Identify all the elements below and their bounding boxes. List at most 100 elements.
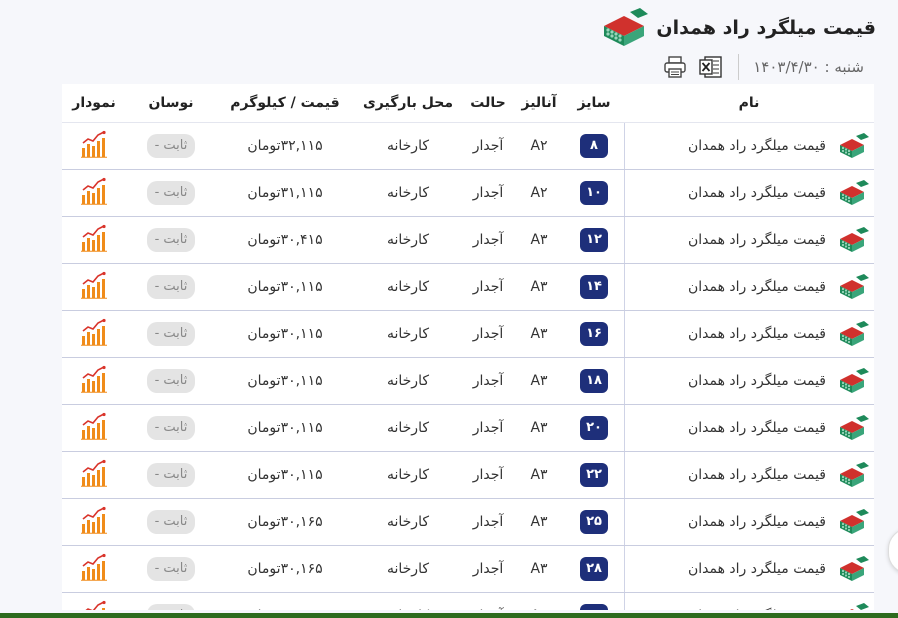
analysis-cell: A۳ <box>530 467 548 483</box>
size-cell: ۲۸ <box>564 557 624 581</box>
product-name[interactable]: قیمت میلگرد راد همدان <box>688 514 826 530</box>
product-name[interactable]: قیمت میلگرد راد همدان <box>688 232 826 248</box>
bar-chart-icon[interactable] <box>80 318 108 346</box>
place-cell: کارخانه <box>386 326 429 342</box>
product-name[interactable]: قیمت میلگرد راد همدان <box>688 373 826 389</box>
table-row[interactable]: قیمت میلگرد راد همدان ۲۵ A۳ آجدار کارخان… <box>62 499 874 546</box>
bar-chart-icon[interactable] <box>80 506 108 534</box>
table-row[interactable]: قیمت میلگرد راد همدان ۱۲ A۳ آجدار کارخان… <box>62 217 874 264</box>
bar-chart-icon[interactable] <box>80 553 108 581</box>
bar-chart-icon[interactable] <box>80 365 108 393</box>
size-badge: ۱۶ <box>580 322 608 346</box>
analysis-cell: A۲ <box>530 138 548 154</box>
volatility-badge: ثابت - <box>146 228 196 252</box>
chart-cell[interactable] <box>62 365 126 397</box>
volatility-cell: ثابت - <box>126 322 216 346</box>
table-row[interactable]: قیمت میلگرد راد همدان ۲۸ A۳ آجدار کارخان… <box>62 546 874 593</box>
price-cell: ۳۰,۱۶۵تومان <box>247 514 323 530</box>
volatility-badge: ثابت - <box>146 463 196 487</box>
price-cell: ۳۰,۱۱۵تومان <box>247 467 323 483</box>
date-label: شنبه : ۱۴۰۳/۴/۳۰ <box>753 58 864 76</box>
col-place: محل بارگیری <box>362 95 454 111</box>
product-name[interactable]: قیمت میلگرد راد همدان <box>688 138 826 154</box>
bar-chart-icon[interactable] <box>80 412 108 440</box>
analysis-cell: A۳ <box>530 514 548 530</box>
volatility-badge: ثابت - <box>146 275 196 299</box>
product-name[interactable]: قیمت میلگرد راد همدان <box>688 561 826 577</box>
name-cell[interactable]: قیمت میلگرد راد همدان <box>624 499 874 545</box>
name-cell[interactable]: قیمت میلگرد راد همدان <box>624 546 874 592</box>
name-cell[interactable]: قیمت میلگرد راد همدان <box>624 264 874 310</box>
floating-action-button[interactable] <box>888 528 898 574</box>
name-cell[interactable]: قیمت میلگرد راد همدان <box>624 452 874 498</box>
bottom-bar <box>0 610 898 618</box>
col-analysis: آنالیز <box>521 95 557 111</box>
volatility-badge: ثابت - <box>146 557 196 581</box>
bar-chart-icon[interactable] <box>80 459 108 487</box>
col-size: سایز <box>577 95 611 111</box>
bar-chart-icon[interactable] <box>80 271 108 299</box>
name-cell[interactable]: قیمت میلگرد راد همدان <box>624 358 874 404</box>
volatility-cell: ثابت - <box>126 463 216 487</box>
volatility-badge: ثابت - <box>146 369 196 393</box>
col-price: قیمت / کیلوگرم <box>230 95 340 111</box>
price-cell: ۳۰,۱۱۵تومان <box>247 373 323 389</box>
chart-cell[interactable] <box>62 459 126 491</box>
table-row[interactable]: قیمت میلگرد راد همدان ۱۶ A۳ آجدار کارخان… <box>62 311 874 358</box>
price-cell: ۳۱,۱۱۵تومان <box>247 185 323 201</box>
product-name[interactable]: قیمت میلگرد راد همدان <box>688 185 826 201</box>
table-row[interactable]: قیمت میلگرد راد همدان ۱۰ A۲ آجدار کارخان… <box>62 170 874 217</box>
col-state: حالت <box>470 95 506 111</box>
rebar-product-icon <box>840 368 869 393</box>
name-cell[interactable]: قیمت میلگرد راد همدان <box>624 123 874 169</box>
place-cell: کارخانه <box>386 138 429 154</box>
state-cell: آجدار <box>472 185 504 201</box>
bar-chart-icon[interactable] <box>80 130 108 158</box>
rebar-product-icon <box>840 180 869 205</box>
chart-cell[interactable] <box>62 271 126 303</box>
volatility-badge: ثابت - <box>146 510 196 534</box>
size-cell: ۱۰ <box>564 181 624 205</box>
product-name[interactable]: قیمت میلگرد راد همدان <box>688 279 826 295</box>
name-cell[interactable]: قیمت میلگرد راد همدان <box>624 311 874 357</box>
excel-icon[interactable] <box>698 54 724 80</box>
place-cell: کارخانه <box>386 420 429 436</box>
printer-icon[interactable] <box>662 54 688 80</box>
state-cell: آجدار <box>472 279 504 295</box>
bar-chart-icon[interactable] <box>80 177 108 205</box>
rebar-logo-icon <box>604 8 649 46</box>
price-cell: ۳۰,۱۱۵تومان <box>247 420 323 436</box>
table-row[interactable]: قیمت میلگرد راد همدان ۲۲ A۳ آجدار کارخان… <box>62 452 874 499</box>
analysis-cell: A۳ <box>530 232 548 248</box>
chart-cell[interactable] <box>62 412 126 444</box>
chart-cell[interactable] <box>62 553 126 585</box>
volatility-cell: ثابت - <box>126 369 216 393</box>
chart-cell[interactable] <box>62 224 126 256</box>
chart-cell[interactable] <box>62 506 126 538</box>
price-cell: ۳۰,۱۱۵تومان <box>247 326 323 342</box>
name-cell[interactable]: قیمت میلگرد راد همدان <box>624 405 874 451</box>
name-cell[interactable]: قیمت میلگرد راد همدان <box>624 170 874 216</box>
product-name[interactable]: قیمت میلگرد راد همدان <box>688 467 826 483</box>
date-toolbar: شنبه : ۱۴۰۳/۴/۳۰ <box>662 54 864 80</box>
product-name[interactable]: قیمت میلگرد راد همدان <box>688 420 826 436</box>
state-cell: آجدار <box>472 514 504 530</box>
volatility-cell: ثابت - <box>126 181 216 205</box>
product-name[interactable]: قیمت میلگرد راد همدان <box>688 326 826 342</box>
chart-cell[interactable] <box>62 130 126 162</box>
chart-cell[interactable] <box>62 177 126 209</box>
table-row[interactable]: قیمت میلگرد راد همدان ۸ A۲ آجدار کارخانه… <box>62 123 874 170</box>
size-cell: ۱۶ <box>564 322 624 346</box>
chart-cell[interactable] <box>62 318 126 350</box>
bar-chart-icon[interactable] <box>80 224 108 252</box>
table-row[interactable]: قیمت میلگرد راد همدان ۱۴ A۳ آجدار کارخان… <box>62 264 874 311</box>
name-cell[interactable]: قیمت میلگرد راد همدان <box>624 217 874 263</box>
size-cell: ۱۸ <box>564 369 624 393</box>
place-cell: کارخانه <box>386 185 429 201</box>
size-cell: ۲۵ <box>564 510 624 534</box>
state-cell: آجدار <box>472 373 504 389</box>
price-cell: ۳۰,۱۶۵تومان <box>247 561 323 577</box>
place-cell: کارخانه <box>386 232 429 248</box>
table-row[interactable]: قیمت میلگرد راد همدان ۲۰ A۳ آجدار کارخان… <box>62 405 874 452</box>
table-row[interactable]: قیمت میلگرد راد همدان ۱۸ A۳ آجدار کارخان… <box>62 358 874 405</box>
